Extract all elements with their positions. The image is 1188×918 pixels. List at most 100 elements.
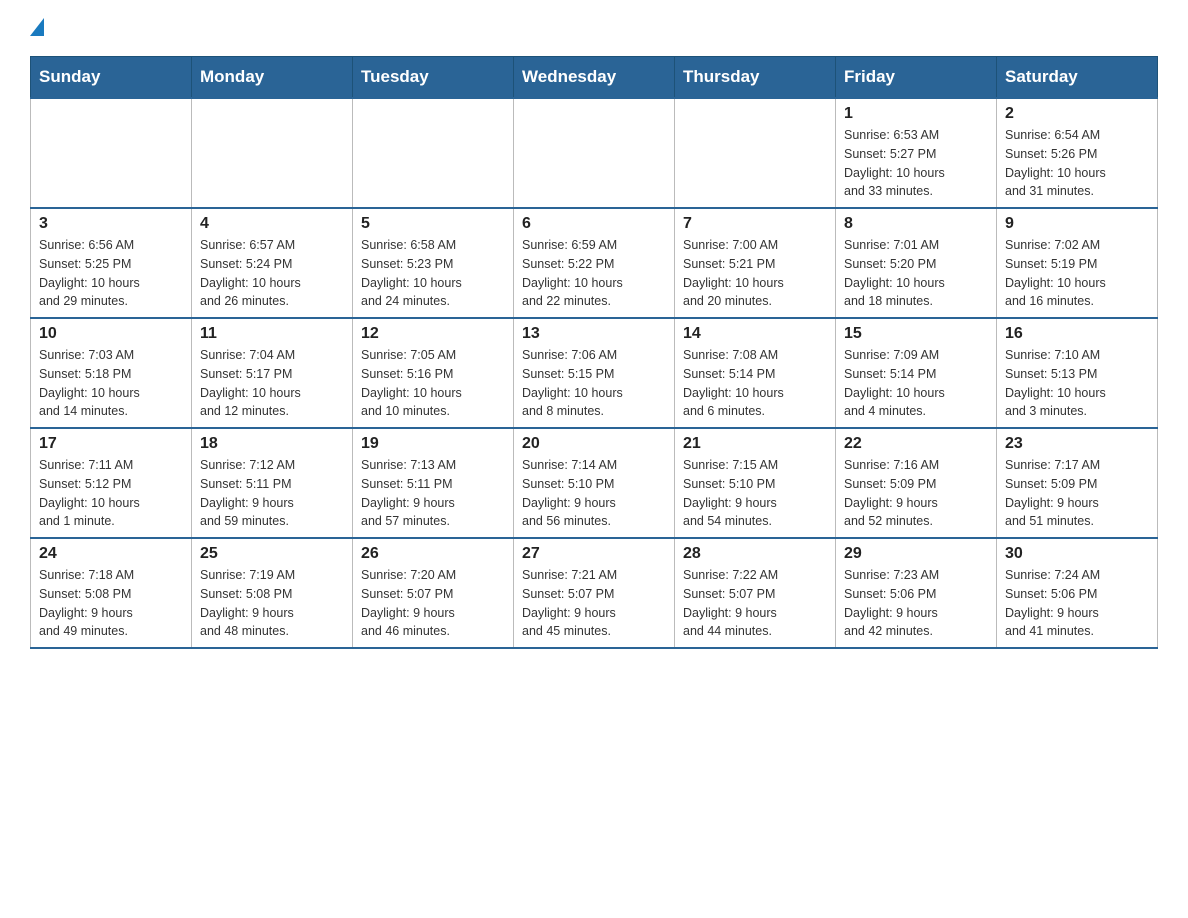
day-number: 25 [200, 545, 344, 563]
day-number: 19 [361, 435, 505, 453]
calendar-cell: 9 Sunrise: 7:02 AM Sunset: 5:19 PM Daylig… [997, 208, 1158, 318]
weekday-header-saturday: Saturday [997, 57, 1158, 99]
calendar-cell: 19 Sunrise: 7:13 AM Sunset: 5:11 PM Dayli… [353, 428, 514, 538]
calendar-cell: 27 Sunrise: 7:21 AM Sunset: 5:07 PM Dayli… [514, 538, 675, 648]
day-number: 7 [683, 215, 827, 233]
day-info: Sunrise: 7:15 AM Sunset: 5:10 PM Dayligh… [683, 456, 827, 531]
day-info: Sunrise: 7:03 AM Sunset: 5:18 PM Dayligh… [39, 346, 183, 421]
calendar-cell: 13 Sunrise: 7:06 AM Sunset: 5:15 PM Dayli… [514, 318, 675, 428]
day-number: 26 [361, 545, 505, 563]
day-info: Sunrise: 7:06 AM Sunset: 5:15 PM Dayligh… [522, 346, 666, 421]
day-info: Sunrise: 7:01 AM Sunset: 5:20 PM Dayligh… [844, 236, 988, 311]
day-info: Sunrise: 7:24 AM Sunset: 5:06 PM Dayligh… [1005, 566, 1149, 641]
calendar-cell: 16 Sunrise: 7:10 AM Sunset: 5:13 PM Dayli… [997, 318, 1158, 428]
calendar-cell: 25 Sunrise: 7:19 AM Sunset: 5:08 PM Dayli… [192, 538, 353, 648]
day-info: Sunrise: 6:58 AM Sunset: 5:23 PM Dayligh… [361, 236, 505, 311]
calendar-cell: 20 Sunrise: 7:14 AM Sunset: 5:10 PM Dayli… [514, 428, 675, 538]
day-info: Sunrise: 7:00 AM Sunset: 5:21 PM Dayligh… [683, 236, 827, 311]
day-number: 2 [1005, 105, 1149, 123]
day-info: Sunrise: 6:54 AM Sunset: 5:26 PM Dayligh… [1005, 126, 1149, 201]
calendar-cell: 26 Sunrise: 7:20 AM Sunset: 5:07 PM Dayli… [353, 538, 514, 648]
calendar-cell: 29 Sunrise: 7:23 AM Sunset: 5:06 PM Dayli… [836, 538, 997, 648]
weekday-header-monday: Monday [192, 57, 353, 99]
weekday-header-thursday: Thursday [675, 57, 836, 99]
calendar-cell: 22Sunrise: 7:16 AM Sunset: 5:09 PM Dayli… [836, 428, 997, 538]
day-number: 11 [200, 325, 344, 343]
day-info: Sunrise: 7:11 AM Sunset: 5:12 PM Dayligh… [39, 456, 183, 531]
calendar-cell: 24Sunrise: 7:18 AM Sunset: 5:08 PM Dayli… [31, 538, 192, 648]
calendar-week-row: 3 Sunrise: 6:56 AM Sunset: 5:25 PM Daylig… [31, 208, 1158, 318]
day-number: 21 [683, 435, 827, 453]
calendar-cell: 5 Sunrise: 6:58 AM Sunset: 5:23 PM Daylig… [353, 208, 514, 318]
calendar-cell: 18Sunrise: 7:12 AM Sunset: 5:11 PM Dayli… [192, 428, 353, 538]
calendar-table: SundayMondayTuesdayWednesdayThursdayFrid… [30, 56, 1158, 649]
calendar-cell: 21 Sunrise: 7:15 AM Sunset: 5:10 PM Dayli… [675, 428, 836, 538]
logo [30, 20, 46, 38]
day-number: 29 [844, 545, 988, 563]
day-info: Sunrise: 7:10 AM Sunset: 5:13 PM Dayligh… [1005, 346, 1149, 421]
day-number: 23 [1005, 435, 1149, 453]
day-number: 4 [200, 215, 344, 233]
day-number: 14 [683, 325, 827, 343]
calendar-cell: 10 Sunrise: 7:03 AM Sunset: 5:18 PM Dayli… [31, 318, 192, 428]
day-info: Sunrise: 7:14 AM Sunset: 5:10 PM Dayligh… [522, 456, 666, 531]
calendar-cell: 28Sunrise: 7:22 AM Sunset: 5:07 PM Dayli… [675, 538, 836, 648]
day-info: Sunrise: 7:20 AM Sunset: 5:07 PM Dayligh… [361, 566, 505, 641]
calendar-cell: 8 Sunrise: 7:01 AM Sunset: 5:20 PM Daylig… [836, 208, 997, 318]
calendar-cell: 17Sunrise: 7:11 AM Sunset: 5:12 PM Dayli… [31, 428, 192, 538]
day-number: 22 [844, 435, 988, 453]
day-info: Sunrise: 7:09 AM Sunset: 5:14 PM Dayligh… [844, 346, 988, 421]
day-info: Sunrise: 7:19 AM Sunset: 5:08 PM Dayligh… [200, 566, 344, 641]
day-info: Sunrise: 6:57 AM Sunset: 5:24 PM Dayligh… [200, 236, 344, 311]
day-number: 5 [361, 215, 505, 233]
day-number: 6 [522, 215, 666, 233]
day-info: Sunrise: 7:02 AM Sunset: 5:19 PM Dayligh… [1005, 236, 1149, 311]
page-header [30, 20, 1158, 38]
calendar-cell: 4 Sunrise: 6:57 AM Sunset: 5:24 PM Daylig… [192, 208, 353, 318]
day-number: 3 [39, 215, 183, 233]
calendar-week-row: 10 Sunrise: 7:03 AM Sunset: 5:18 PM Dayli… [31, 318, 1158, 428]
calendar-cell: 11 Sunrise: 7:04 AM Sunset: 5:17 PM Dayli… [192, 318, 353, 428]
day-info: Sunrise: 6:56 AM Sunset: 5:25 PM Dayligh… [39, 236, 183, 311]
day-info: Sunrise: 7:21 AM Sunset: 5:07 PM Dayligh… [522, 566, 666, 641]
calendar-cell [675, 98, 836, 208]
day-info: Sunrise: 7:23 AM Sunset: 5:06 PM Dayligh… [844, 566, 988, 641]
day-info: Sunrise: 7:08 AM Sunset: 5:14 PM Dayligh… [683, 346, 827, 421]
day-info: Sunrise: 7:12 AM Sunset: 5:11 PM Dayligh… [200, 456, 344, 531]
day-number: 8 [844, 215, 988, 233]
logo-triangle-icon [30, 18, 44, 36]
calendar-week-row: 24Sunrise: 7:18 AM Sunset: 5:08 PM Dayli… [31, 538, 1158, 648]
day-number: 1 [844, 105, 988, 123]
day-number: 20 [522, 435, 666, 453]
weekday-header-friday: Friday [836, 57, 997, 99]
day-info: Sunrise: 6:59 AM Sunset: 5:22 PM Dayligh… [522, 236, 666, 311]
calendar-cell: 12 Sunrise: 7:05 AM Sunset: 5:16 PM Dayli… [353, 318, 514, 428]
calendar-cell: 14 Sunrise: 7:08 AM Sunset: 5:14 PM Dayli… [675, 318, 836, 428]
day-number: 9 [1005, 215, 1149, 233]
day-number: 15 [844, 325, 988, 343]
day-info: Sunrise: 7:18 AM Sunset: 5:08 PM Dayligh… [39, 566, 183, 641]
calendar-cell [192, 98, 353, 208]
calendar-week-row: 1 Sunrise: 6:53 AM Sunset: 5:27 PM Daylig… [31, 98, 1158, 208]
day-info: Sunrise: 7:17 AM Sunset: 5:09 PM Dayligh… [1005, 456, 1149, 531]
calendar-cell [353, 98, 514, 208]
day-number: 10 [39, 325, 183, 343]
weekday-header-tuesday: Tuesday [353, 57, 514, 99]
calendar-cell: 6 Sunrise: 6:59 AM Sunset: 5:22 PM Daylig… [514, 208, 675, 318]
day-info: Sunrise: 6:53 AM Sunset: 5:27 PM Dayligh… [844, 126, 988, 201]
day-number: 16 [1005, 325, 1149, 343]
day-number: 28 [683, 545, 827, 563]
day-info: Sunrise: 7:05 AM Sunset: 5:16 PM Dayligh… [361, 346, 505, 421]
day-number: 12 [361, 325, 505, 343]
day-number: 13 [522, 325, 666, 343]
day-info: Sunrise: 7:13 AM Sunset: 5:11 PM Dayligh… [361, 456, 505, 531]
calendar-cell: 30Sunrise: 7:24 AM Sunset: 5:06 PM Dayli… [997, 538, 1158, 648]
calendar-cell [514, 98, 675, 208]
calendar-cell: 3 Sunrise: 6:56 AM Sunset: 5:25 PM Daylig… [31, 208, 192, 318]
day-info: Sunrise: 7:04 AM Sunset: 5:17 PM Dayligh… [200, 346, 344, 421]
calendar-cell [31, 98, 192, 208]
day-number: 27 [522, 545, 666, 563]
calendar-cell: 7 Sunrise: 7:00 AM Sunset: 5:21 PM Daylig… [675, 208, 836, 318]
calendar-cell: 1 Sunrise: 6:53 AM Sunset: 5:27 PM Daylig… [836, 98, 997, 208]
weekday-header-sunday: Sunday [31, 57, 192, 99]
